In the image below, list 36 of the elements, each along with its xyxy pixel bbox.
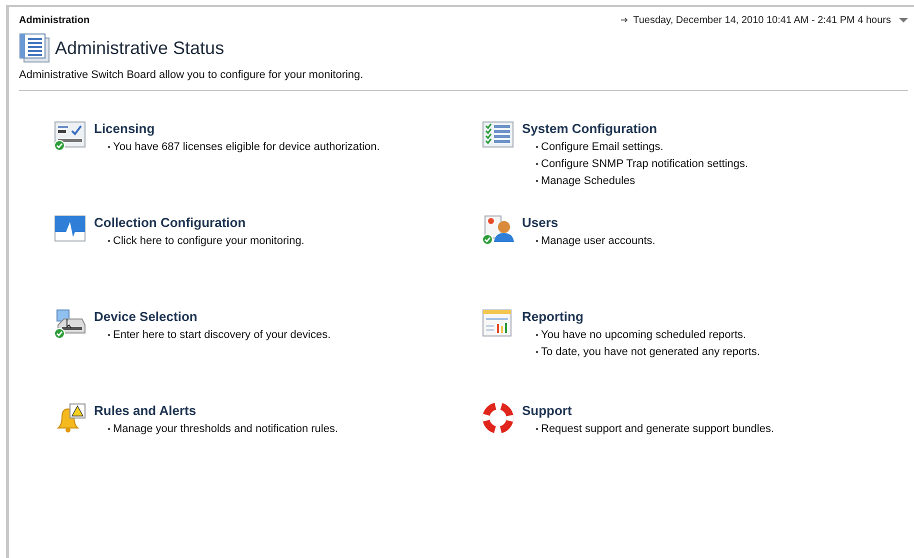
section-item-text: Click here to configure your monitoring. xyxy=(113,234,304,249)
license-card-icon xyxy=(54,120,86,148)
page-description: Administrative Switch Board allow you to configure for your monitoring. xyxy=(19,68,364,83)
section-title-link[interactable]: Users xyxy=(522,214,656,230)
section-item-text: Configure SNMP Trap notification settings. xyxy=(541,156,748,172)
arrow-icon xyxy=(620,16,630,24)
section-item-text: You have no upcoming scheduled reports. xyxy=(541,328,746,343)
bell-warning-icon xyxy=(54,402,86,432)
section-title-link[interactable]: Device Selection xyxy=(94,308,331,324)
section-item-text: Request support and generate support bundles. xyxy=(541,422,774,437)
check-badge-icon xyxy=(482,234,493,244)
section-title-link[interactable]: Licensing xyxy=(94,120,380,136)
section-header: Administration xyxy=(19,14,90,28)
lifebuoy-icon xyxy=(482,402,514,432)
section-title-link[interactable]: Collection Configuration xyxy=(94,214,304,230)
section-title-link[interactable]: System Configuration xyxy=(522,120,748,136)
section-item-text: To date, you have not generated any reports. xyxy=(541,344,760,360)
section-item-text: Manage Schedules xyxy=(541,174,636,189)
checklist-icon xyxy=(482,120,514,148)
section-item-text: Configure Email settings. xyxy=(541,140,664,155)
report-chart-icon xyxy=(482,308,514,336)
section-title-link[interactable]: Reporting xyxy=(522,308,760,324)
computer-device-icon xyxy=(54,308,86,336)
page-title: Administrative Status xyxy=(55,36,224,60)
pulse-chart-icon xyxy=(54,214,86,242)
section-title-link[interactable]: Support xyxy=(522,402,774,418)
time-range-selector[interactable]: Tuesday, December 14, 2010 10:41 AM - 2:41 PM 4 hours xyxy=(620,12,908,28)
section-item-text: Manage user accounts. xyxy=(541,234,656,249)
check-badge-icon xyxy=(54,328,65,338)
caret-icon xyxy=(899,17,908,23)
section-item-text: Enter here to start discovery of your devices. xyxy=(113,328,331,343)
section-item-text: Manage your thresholds and notification rules. xyxy=(113,422,338,437)
section-item-text: You have 687 licenses eligible for device authorization. xyxy=(113,140,380,155)
user-document-icon xyxy=(482,214,514,242)
section-title-link[interactable]: Rules and Alerts xyxy=(94,402,338,418)
list-document-icon xyxy=(19,33,50,63)
